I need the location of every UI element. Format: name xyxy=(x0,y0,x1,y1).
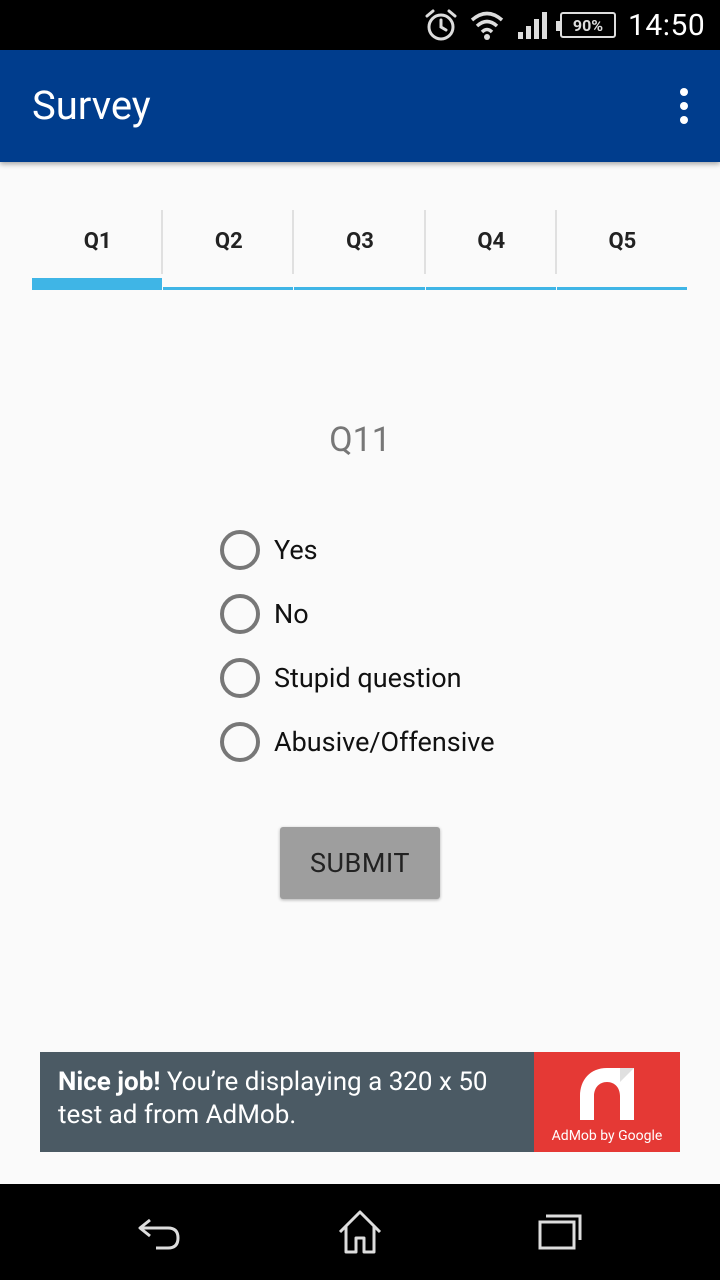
alarm-icon xyxy=(424,0,458,50)
radio-button[interactable] xyxy=(220,658,260,698)
battery-icon: 90% xyxy=(556,0,616,50)
ad-headline: Nice job! xyxy=(58,1067,161,1097)
option-stupid-question[interactable]: Stupid question xyxy=(220,646,495,710)
admob-logo: AdMob by Google xyxy=(534,1052,680,1152)
tab-label: Q5 xyxy=(608,229,637,254)
admob-icon xyxy=(580,1068,634,1120)
tab-q2[interactable]: Q2 xyxy=(163,210,295,290)
home-icon[interactable] xyxy=(336,1208,384,1256)
back-icon[interactable] xyxy=(136,1208,184,1256)
tab-q1[interactable]: Q1 xyxy=(32,210,164,290)
option-no[interactable]: No xyxy=(220,582,495,646)
ad-text: Nice job! You’re displaying a 320 x 50 t… xyxy=(40,1052,534,1152)
tab-indicator xyxy=(163,287,294,290)
tab-indicator xyxy=(425,287,556,290)
tab-indicator xyxy=(294,287,425,290)
battery-level: 90% xyxy=(556,12,616,38)
option-label: No xyxy=(274,598,309,630)
answer-options: Yes No Stupid question Abusive/Offensive xyxy=(220,518,495,774)
ad-banner[interactable]: Nice job! You’re displaying a 320 x 50 t… xyxy=(40,1052,680,1152)
tab-q4[interactable]: Q4 xyxy=(425,210,557,290)
clock: 14:50 xyxy=(628,7,706,43)
wifi-icon xyxy=(470,0,504,50)
app-bar: Survey xyxy=(0,50,720,162)
option-label: Abusive/Offensive xyxy=(274,726,495,758)
signal-icon xyxy=(516,0,550,50)
tab-indicator xyxy=(556,287,688,290)
submit-button[interactable]: SUBMIT xyxy=(280,827,440,899)
tab-label: Q4 xyxy=(477,229,506,254)
tab-indicator xyxy=(32,278,163,290)
tab-label: Q3 xyxy=(346,229,374,254)
question-tabs: Q1 Q2 Q3 Q4 Q5 xyxy=(32,210,688,290)
tab-q3[interactable]: Q3 xyxy=(294,210,426,290)
radio-button[interactable] xyxy=(220,722,260,762)
admob-caption: AdMob by Google xyxy=(551,1128,663,1144)
option-label: Stupid question xyxy=(274,662,462,694)
recent-apps-icon[interactable] xyxy=(536,1208,584,1256)
overflow-menu-icon[interactable] xyxy=(674,88,694,124)
tab-label: Q2 xyxy=(214,229,243,254)
status-bar: 90% 14:50 xyxy=(0,0,720,50)
radio-button[interactable] xyxy=(220,530,260,570)
navigation-bar xyxy=(0,1184,720,1280)
radio-button[interactable] xyxy=(220,594,260,634)
tab-q5[interactable]: Q5 xyxy=(556,210,688,290)
option-yes[interactable]: Yes xyxy=(220,518,495,582)
question-title: Q11 xyxy=(329,420,391,460)
option-abusive-offensive[interactable]: Abusive/Offensive xyxy=(220,710,495,774)
option-label: Yes xyxy=(274,534,318,566)
app-title: Survey xyxy=(32,82,151,129)
